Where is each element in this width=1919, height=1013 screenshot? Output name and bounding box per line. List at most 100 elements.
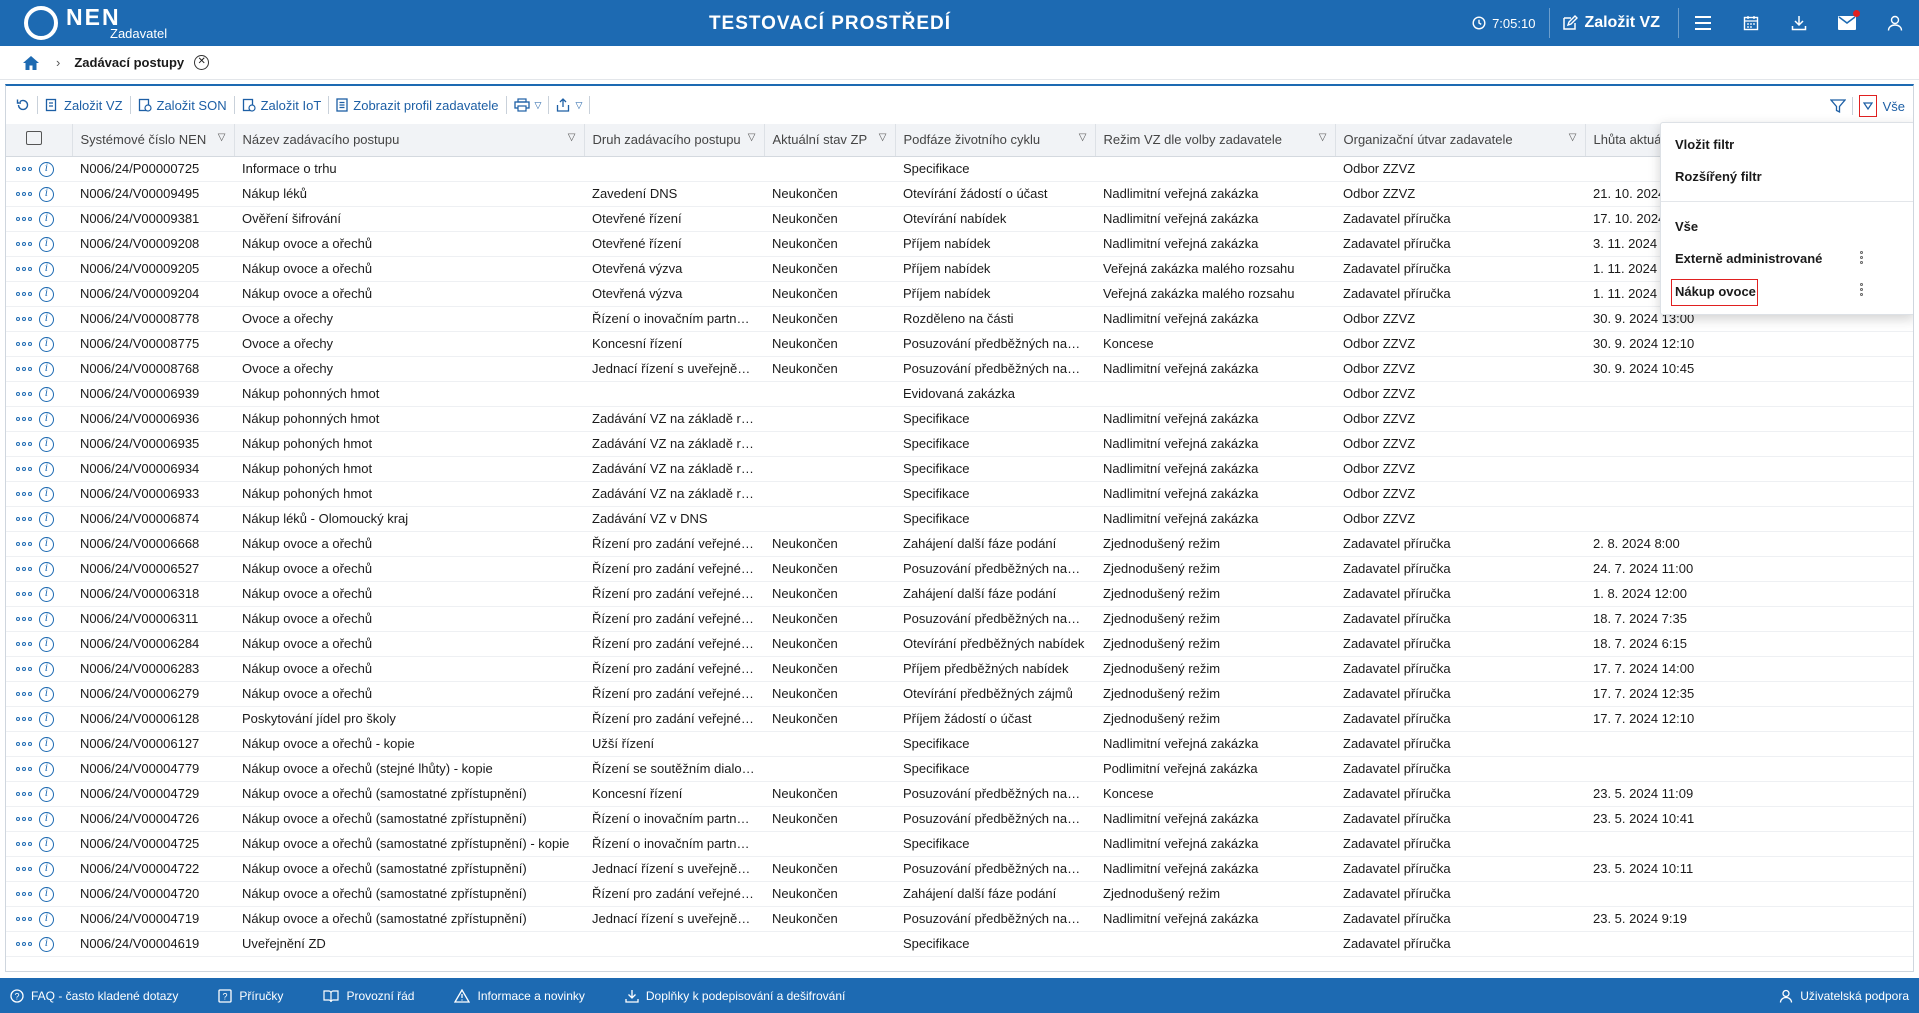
table-row[interactable]: i N006/24/V00006935 Nákup pohoných hmot Zad… [6, 431, 1913, 457]
more-actions-icon[interactable] [16, 517, 32, 522]
footer-faq-link[interactable]: ? FAQ - často kladené dotazy [10, 989, 178, 1003]
table-row[interactable]: i N006/24/V00009205 Nákup ovoce a ořechů Ot… [6, 256, 1913, 282]
close-tab-icon[interactable]: ✕ [194, 55, 210, 70]
more-actions-icon[interactable] [16, 667, 32, 672]
footer-rules-link[interactable]: Provozní řád [323, 989, 414, 1003]
download-button[interactable] [1775, 0, 1823, 46]
info-icon[interactable]: i [39, 636, 54, 652]
info-icon[interactable]: i [39, 836, 54, 852]
table-row[interactable]: i N006/24/V00009204 Nákup ovoce a ořechů Ot… [6, 281, 1913, 307]
more-actions-icon[interactable] [16, 317, 32, 322]
export-button[interactable]: ▽ [549, 96, 591, 114]
table-row[interactable]: i N006/24/V00006311 Nákup ovoce a ořechů Ří… [6, 606, 1913, 632]
table-row[interactable]: i N006/24/V00004719 Nákup ovoce a ořechů (… [6, 906, 1913, 932]
table-row[interactable]: i N006/24/V00006936 Nákup pohonných hmot Za… [6, 406, 1913, 432]
info-icon[interactable]: i [39, 161, 54, 177]
filter-icon[interactable]: ▽ [568, 132, 576, 143]
info-icon[interactable]: i [39, 736, 54, 752]
insert-filter-item[interactable]: Vložit filtr [1675, 137, 1734, 152]
table-row[interactable]: i N006/24/V00006318 Nákup ovoce a ořechů Ří… [6, 581, 1913, 607]
info-icon[interactable]: i [39, 336, 54, 352]
info-icon[interactable]: i [39, 886, 54, 902]
info-icon[interactable]: i [39, 661, 54, 677]
messages-button[interactable] [1823, 0, 1871, 46]
table-row[interactable]: i N006/24/V00004619 Uveřejnění ZD Specifika… [6, 931, 1913, 957]
filter-icon[interactable]: ▽ [748, 132, 756, 143]
info-icon[interactable]: i [39, 861, 54, 877]
filter-externally-administered-item[interactable]: Externě administrované [1675, 251, 1822, 266]
table-row[interactable]: i N006/24/P00000725 Informace o trhu Specif… [6, 156, 1913, 182]
more-actions-icon[interactable] [16, 592, 32, 597]
info-icon[interactable]: i [39, 211, 54, 227]
info-icon[interactable]: i [39, 611, 54, 627]
column-header[interactable]: Organizační útvar zadavatele ▽ [1335, 124, 1586, 157]
info-icon[interactable]: i [39, 761, 54, 777]
more-actions-icon[interactable] [16, 442, 32, 447]
more-actions-icon[interactable] [16, 692, 32, 697]
info-icon[interactable]: i [39, 711, 54, 727]
info-icon[interactable]: i [39, 686, 54, 702]
filter-icon[interactable]: ▽ [1569, 132, 1577, 143]
more-actions-icon[interactable] [16, 192, 32, 197]
info-icon[interactable]: i [39, 261, 54, 277]
more-actions-icon[interactable] [16, 717, 32, 722]
table-row[interactable]: i N006/24/V00004725 Nákup ovoce a ořechů (… [6, 831, 1913, 857]
filter-icon[interactable]: ▽ [1079, 132, 1087, 143]
calendar-button[interactable] [1727, 0, 1775, 46]
info-icon[interactable]: i [39, 561, 54, 577]
more-actions-icon[interactable] [16, 342, 32, 347]
table-row[interactable]: i N006/24/V00006284 Nákup ovoce a ořechů Ří… [6, 631, 1913, 657]
footer-addons-link[interactable]: Doplňky k podepisování a dešifrování [625, 989, 845, 1003]
table-row[interactable]: i N006/24/V00006939 Nákup pohonných hmot Ev… [6, 381, 1913, 407]
footer-manuals-link[interactable]: ? Příručky [218, 989, 283, 1003]
column-header[interactable]: Systémové číslo NEN ▽ [72, 124, 235, 157]
filter-icon[interactable]: ▽ [1319, 132, 1327, 143]
more-actions-icon[interactable] [16, 267, 32, 272]
table-row[interactable]: i N006/24/V00006874 Nákup léků - Olomoucký… [6, 506, 1913, 532]
table-row[interactable]: i N006/24/V00008775 Ovoce a ořechy Koncesní… [6, 331, 1913, 357]
info-icon[interactable]: i [39, 411, 54, 427]
footer-news-link[interactable]: Informace a novinky [454, 988, 585, 1003]
show-profile-button[interactable]: Zobrazit profil zadavatele [329, 96, 507, 114]
create-iot-button[interactable]: Založit IoT [235, 96, 330, 114]
more-actions-icon[interactable] [16, 942, 32, 947]
info-icon[interactable]: i [39, 436, 54, 452]
info-icon[interactable]: i [39, 461, 54, 477]
more-actions-icon[interactable] [16, 167, 32, 172]
info-icon[interactable]: i [39, 536, 54, 552]
info-icon[interactable]: i [39, 236, 54, 252]
table-row[interactable]: i N006/24/V00006279 Nákup ovoce a ořechů Ří… [6, 681, 1913, 707]
more-actions-icon[interactable] [16, 292, 32, 297]
table-row[interactable]: i N006/24/V00004722 Nákup ovoce a ořechů (… [6, 856, 1913, 882]
more-actions-icon[interactable] [16, 867, 32, 872]
column-header[interactable]: Název zadávacího postupu ▽ [234, 124, 585, 157]
table-row[interactable]: i N006/24/V00004720 Nákup ovoce a ořechů (… [6, 881, 1913, 907]
table-row[interactable]: i N006/24/V00009208 Nákup ovoce a ořechů Ot… [6, 231, 1913, 257]
more-actions-icon[interactable] [16, 792, 32, 797]
table-row[interactable]: i N006/24/V00008778 Ovoce a ořechy Řízení o… [6, 306, 1913, 332]
more-actions-icon[interactable] [16, 567, 32, 572]
more-actions-icon[interactable] [16, 467, 32, 472]
info-icon[interactable]: i [39, 286, 54, 302]
menu-button[interactable] [1679, 0, 1727, 46]
saved-filters-toggle[interactable] [1858, 95, 1877, 117]
table-row[interactable]: i N006/24/V00006933 Nákup pohoných hmot Zad… [6, 481, 1913, 507]
more-actions-icon[interactable] [16, 892, 32, 897]
refresh-button[interactable] [14, 96, 38, 114]
table-row[interactable]: i N006/24/V00009381 Ověření šifrování Otevř… [6, 206, 1913, 232]
more-actions-icon[interactable] [16, 817, 32, 822]
more-actions-icon[interactable] [16, 742, 32, 747]
user-button[interactable] [1871, 0, 1919, 46]
footer-support-link[interactable]: Uživatelská podpora [1779, 989, 1909, 1003]
info-icon[interactable]: i [39, 311, 54, 327]
more-actions-icon[interactable] [16, 242, 32, 247]
more-actions-icon[interactable] [16, 217, 32, 222]
info-icon[interactable]: i [39, 936, 54, 952]
table-row[interactable]: i N006/24/V00006283 Nákup ovoce a ořechů Ří… [6, 656, 1913, 682]
info-icon[interactable]: i [39, 586, 54, 602]
kebab-menu-icon[interactable] [1860, 251, 1864, 264]
more-actions-icon[interactable] [16, 542, 32, 547]
more-actions-icon[interactable] [16, 642, 32, 647]
table-row[interactable]: i N006/24/V00004779 Nákup ovoce a ořechů (… [6, 756, 1913, 782]
info-icon[interactable]: i [39, 811, 54, 827]
